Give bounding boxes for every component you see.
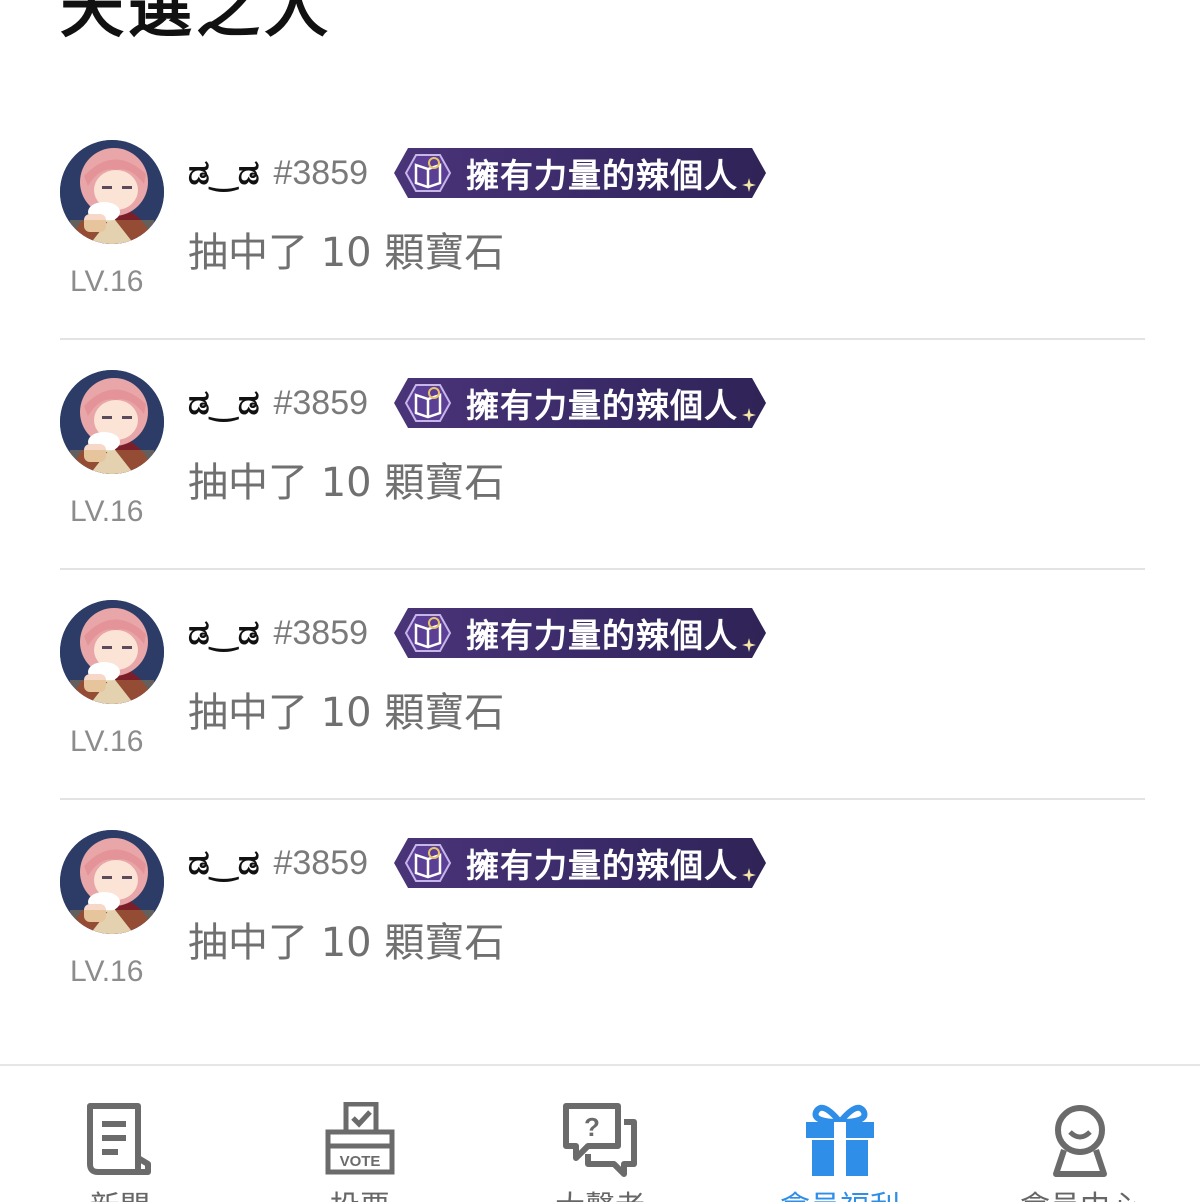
title-badge-text: 擁有力量的辣個人 xyxy=(466,616,739,655)
user-line: ಡ‿ಡ #3859 擁有力量的辣個人 xyxy=(188,608,766,658)
user-id: #3859 xyxy=(273,383,369,422)
user-level: LV.16 xyxy=(70,955,144,988)
user-line: ಡ‿ಡ #3859 擁有力量的辣個人 xyxy=(188,378,766,428)
prize-text: 抽中了 10 顆寶石 xyxy=(188,230,505,276)
prize-text: 抽中了 10 顆寶石 xyxy=(188,920,505,966)
user-id: #3859 xyxy=(273,153,369,192)
winner-row[interactable]: LV.16 ಡ‿ಡ #3859 擁有力量的辣個人 抽中了 10 顆寶石 xyxy=(60,370,1145,600)
question-icon: ? xyxy=(563,1103,637,1177)
nav-label: 新聞 xyxy=(0,1182,240,1202)
user-level: LV.16 xyxy=(70,495,144,528)
avatar[interactable] xyxy=(60,830,164,934)
username[interactable]: ಡ‿ಡ xyxy=(188,613,259,653)
prize-text: 抽中了 10 顆寶石 xyxy=(188,460,505,506)
username[interactable]: ಡ‿ಡ xyxy=(188,383,259,423)
user-level: LV.16 xyxy=(70,725,144,758)
prize-text: 抽中了 10 顆寶石 xyxy=(188,690,505,736)
nav-label: 會員中心 xyxy=(960,1182,1200,1202)
user-id: #3859 xyxy=(273,613,369,652)
title-badge: 擁有力量的辣個人 xyxy=(394,608,766,658)
vote-icon: VOTE xyxy=(325,1102,395,1175)
nav-label: 投票 xyxy=(240,1182,480,1202)
winner-row[interactable]: LV.16 ಡ‿ಡ #3859 擁有力量的辣個人 抽中了 10 顆寶石 xyxy=(60,600,1145,830)
username[interactable]: ಡ‿ಡ xyxy=(188,153,259,193)
sparkle-icon xyxy=(742,408,756,422)
svg-text:?: ? xyxy=(584,1112,600,1142)
nav-item-vote[interactable]: VOTE 投票 xyxy=(240,1066,480,1202)
title-badge: 擁有力量的辣個人 xyxy=(394,378,766,428)
nav-label: 大聲者 xyxy=(480,1182,720,1202)
gift-icon xyxy=(806,1104,874,1176)
winner-row[interactable]: LV.16 ಡ‿ಡ #3859 擁有力量的辣個人 抽中了 10 顆寶石 xyxy=(60,140,1145,370)
sparkle-icon xyxy=(742,868,756,882)
title-badge: 擁有力量的辣個人 xyxy=(394,148,766,198)
bottom-nav: 新聞 VOTE 投票 ? 大聲者 會員福利 xyxy=(0,1064,1200,1202)
nav-item-member-benefits[interactable]: 會員福利 xyxy=(720,1066,960,1202)
title-badge: 擁有力量的辣個人 xyxy=(394,838,766,888)
book-emblem-icon xyxy=(402,841,454,885)
username[interactable]: ಡ‿ಡ xyxy=(188,843,259,883)
member-icon xyxy=(1053,1105,1107,1177)
title-badge-text: 擁有力量的辣個人 xyxy=(466,156,739,195)
book-emblem-icon xyxy=(402,151,454,195)
avatar[interactable] xyxy=(60,140,164,244)
news-icon xyxy=(87,1103,151,1175)
svg-text:VOTE: VOTE xyxy=(340,1153,381,1170)
page-title: 天選之人 xyxy=(60,0,332,47)
nav-item-news[interactable]: 新聞 xyxy=(0,1066,240,1202)
book-emblem-icon xyxy=(402,381,454,425)
nav-label: 會員福利 xyxy=(720,1182,960,1202)
book-emblem-icon xyxy=(402,611,454,655)
user-line: ಡ‿ಡ #3859 擁有力量的辣個人 xyxy=(188,148,766,198)
nav-item-qa[interactable]: ? 大聲者 xyxy=(480,1066,720,1202)
user-id: #3859 xyxy=(273,843,369,882)
sparkle-icon xyxy=(742,178,756,192)
title-badge-text: 擁有力量的辣個人 xyxy=(466,386,739,425)
nav-item-member-center[interactable]: 會員中心 xyxy=(960,1066,1200,1202)
sparkle-icon xyxy=(742,638,756,652)
user-level: LV.16 xyxy=(70,265,144,298)
avatar[interactable] xyxy=(60,600,164,704)
title-badge-text: 擁有力量的辣個人 xyxy=(466,846,739,885)
user-line: ಡ‿ಡ #3859 擁有力量的辣個人 xyxy=(188,838,766,888)
winner-row[interactable]: LV.16 ಡ‿ಡ #3859 擁有力量的辣個人 抽中了 10 顆寶石 xyxy=(60,830,1145,1060)
avatar[interactable] xyxy=(60,370,164,474)
